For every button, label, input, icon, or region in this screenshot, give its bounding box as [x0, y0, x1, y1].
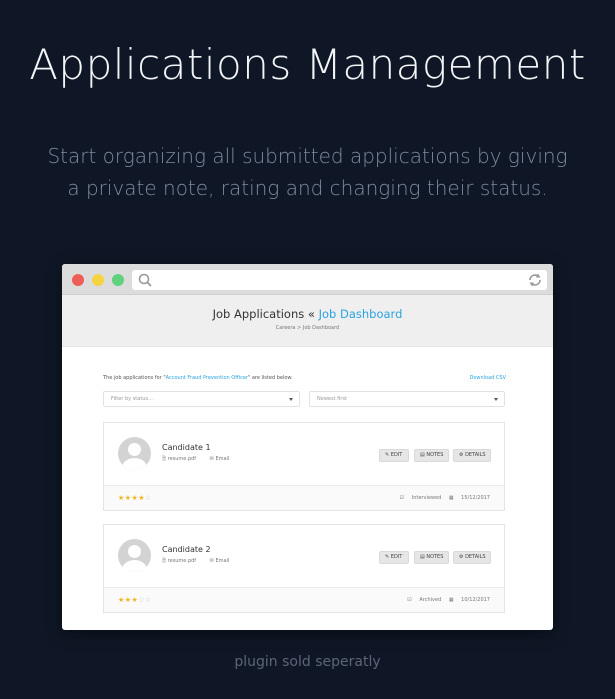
avatar	[118, 539, 151, 572]
star-empty-icons: ☆☆	[138, 596, 152, 604]
star-empty-icons: ☆	[145, 494, 152, 502]
notes-button-label: NOTES	[426, 452, 444, 458]
candidate-links: 🗎 resume.pdf ✉ Email	[162, 456, 241, 464]
edit-button-label: EDIT	[390, 452, 403, 458]
edit-button[interactable]: ✎ EDIT	[379, 551, 409, 564]
notes-button[interactable]: ▤ NOTES	[414, 449, 449, 462]
download-csv-link[interactable]: Download CSV	[469, 375, 506, 381]
star-filled-icons: ★★★	[118, 596, 139, 604]
notes-button-label: NOTES	[426, 554, 444, 560]
date-label: ▦ 15/12/2017	[448, 495, 490, 501]
email-link-label: Email	[215, 558, 230, 564]
details-button[interactable]: ⚙ DETAILS	[453, 551, 491, 564]
candidate-meta: ☑ Interviewed ▦ 15/12/2017	[394, 495, 490, 501]
date-text: 10/12/2017	[461, 597, 490, 603]
edit-button[interactable]: ✎ EDIT	[379, 449, 409, 462]
minimize-window-button[interactable]	[92, 274, 104, 286]
resume-link-label: resume.pdf	[167, 456, 197, 462]
email-link[interactable]: ✉ Email	[210, 456, 236, 462]
resume-link[interactable]: 🗎 resume.pdf	[162, 558, 202, 564]
star-rating[interactable]: ★★★★☆	[118, 494, 152, 502]
reload-icon[interactable]	[527, 272, 543, 288]
status-filter-placeholder: Filter by status...	[111, 396, 153, 402]
hero-subtitle: Start organizing all submitted applicati…	[47, 144, 568, 200]
status-text: Archived	[419, 597, 442, 603]
star-rating[interactable]: ★★★☆☆	[118, 596, 152, 604]
candidate-links: 🗎 resume.pdf ✉ Email	[162, 558, 241, 566]
email-link[interactable]: ✉ Email	[210, 558, 236, 564]
details-button-label: DETAILS	[465, 452, 486, 458]
job-title-link[interactable]: Account Fraud Prevention Officer	[166, 375, 248, 381]
footer-note: plugin sold seperatly	[234, 654, 381, 670]
breadcrumb: Careera > Job Dashboard	[275, 325, 340, 331]
close-window-button[interactable]	[72, 274, 84, 286]
hero-title: Applications Management	[29, 40, 586, 89]
date-label: ▦ 10/12/2017	[448, 597, 490, 603]
search-icon	[138, 273, 152, 287]
status-text: Interviewed	[411, 495, 442, 501]
status-badge: ☑ Interviewed	[399, 495, 442, 501]
caret-down-icon	[289, 398, 293, 401]
date-text: 15/12/2017	[461, 495, 490, 501]
page-header: Job Applications « Job Dashboard Careera…	[62, 295, 553, 347]
resume-link-label: resume.pdf	[167, 558, 197, 564]
star-filled-icons: ★★★★	[118, 494, 146, 502]
sort-selected-value: Newest first	[317, 396, 347, 402]
candidate-card: Candidate 2 🗎 resume.pdf ✉ Email ✎ EDIT …	[103, 524, 505, 613]
resume-link[interactable]: 🗎 resume.pdf	[162, 456, 202, 462]
intro-text-after: " are listed below.	[247, 375, 293, 381]
notes-button[interactable]: ▤ NOTES	[414, 551, 449, 564]
card-footer: ★★★☆☆ ☑ Archived ▦ 10/12/2017	[104, 587, 504, 612]
candidate-card: Candidate 1 🗎 resume.pdf ✉ Email ✎ EDIT …	[103, 422, 505, 511]
sort-select[interactable]: Newest first	[309, 391, 505, 407]
details-button-label: DETAILS	[465, 554, 486, 560]
intro-text: The job applications for "Account Fraud …	[103, 375, 293, 381]
address-bar[interactable]	[132, 270, 547, 290]
email-link-label: Email	[215, 456, 230, 462]
card-footer: ★★★★☆ ☑ Interviewed ▦ 15/12/2017	[104, 485, 504, 510]
details-button[interactable]: ⚙ DETAILS	[453, 449, 491, 462]
page-title: Job Applications « Job Dashboard	[62, 307, 553, 321]
avatar	[118, 437, 151, 470]
job-dashboard-link[interactable]: Job Dashboard	[319, 307, 403, 321]
candidate-name[interactable]: Candidate 1	[162, 443, 211, 452]
edit-button-label: EDIT	[390, 554, 403, 560]
status-filter-select[interactable]: Filter by status...	[103, 391, 300, 407]
candidate-name[interactable]: Candidate 2	[162, 545, 211, 554]
caret-down-icon	[494, 398, 498, 401]
maximize-window-button[interactable]	[112, 274, 124, 286]
browser-window: Job Applications « Job Dashboard Careera…	[62, 264, 553, 630]
page-title-text: Job Applications «	[212, 307, 319, 321]
candidate-meta: ☑ Archived ▦ 10/12/2017	[401, 597, 490, 603]
browser-toolbar	[62, 264, 553, 295]
intro-text-before: The job applications for "	[103, 375, 166, 381]
status-badge: ☑ Archived	[407, 597, 442, 603]
